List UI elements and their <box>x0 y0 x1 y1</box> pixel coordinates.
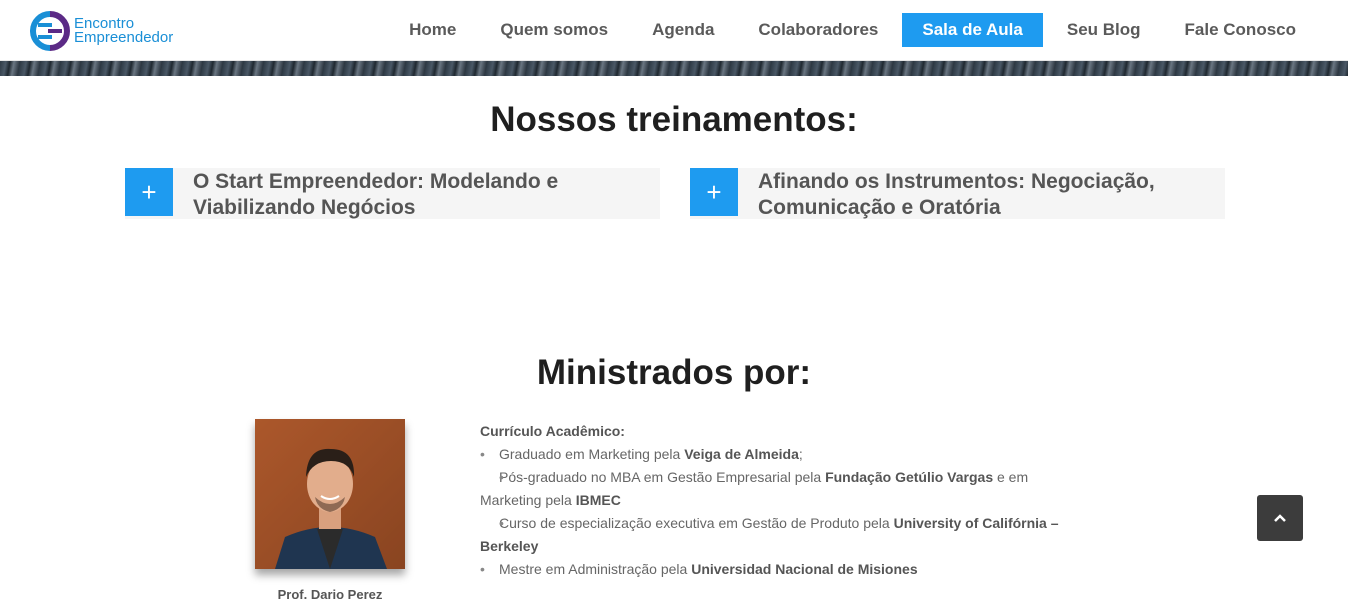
nav-sala-de-aula[interactable]: Sala de Aula <box>902 13 1043 47</box>
plus-icon[interactable]: + <box>125 168 173 216</box>
cv-item-institution: IBMEC <box>575 492 621 508</box>
logo-text: Encontro Empreendedor <box>74 16 174 46</box>
cv-item-institution: Fundação Getúlio Vargas <box>825 469 994 485</box>
logo-line2: Empreendedor <box>74 29 174 46</box>
cv-item-text: Graduado em Marketing pela <box>499 446 685 462</box>
training-accordion-1[interactable]: + O Start Empreendedor: Modelando e Viab… <box>125 168 660 219</box>
training-title-1-line1: O Start Empreendedor: Modelando e <box>193 170 559 193</box>
training-title-1: O Start Empreendedor: Modelando e Viabil… <box>173 169 558 219</box>
scroll-to-top-button[interactable] <box>1257 495 1303 541</box>
nav-seu-blog[interactable]: Seu Blog <box>1045 13 1163 47</box>
cv-item-institution: Universidad Nacional de Misiones <box>691 561 918 577</box>
cv-item-suffix: ; <box>798 446 803 462</box>
training-accordion-2[interactable]: + Afinando os Instrumentos: Negociação, … <box>690 168 1225 219</box>
nav-colaboradores[interactable]: Colaboradores <box>736 13 900 47</box>
cv-item: Mestre em Administração pela Universidad… <box>480 558 1090 581</box>
cv-heading: Currículo Acadêmico: <box>480 423 625 439</box>
chevron-up-icon <box>1274 514 1286 522</box>
nav-fale-conosco[interactable]: Fale Conosco <box>1163 13 1318 47</box>
nav-agenda[interactable]: Agenda <box>630 13 736 47</box>
training-title-2-line2: Comunicação e Oratória <box>758 196 1001 219</box>
cv-item: Pós-graduado no MBA em Gestão Empresaria… <box>480 466 1090 512</box>
cv-item-text: Curso de especialização executiva em Ges… <box>499 515 894 531</box>
training-title-2: Afinando os Instrumentos: Negociação, Co… <box>738 169 1155 219</box>
cv-item-text: Pós-graduado no MBA em Gestão Empresaria… <box>499 469 826 485</box>
site-header: Encontro Empreendedor Home Quem somos Ag… <box>0 0 1348 61</box>
nav-quem-somos[interactable]: Quem somos <box>478 13 630 47</box>
logo[interactable]: Encontro Empreendedor <box>30 8 173 54</box>
trainings-title: Nossos treinamentos: <box>490 100 858 139</box>
instructor-photo <box>255 419 405 569</box>
plus-icon[interactable]: + <box>690 168 738 216</box>
cv-item: Curso de especialização executiva em Ges… <box>480 512 1090 558</box>
cv-item: Graduado em Marketing pela Veiga de Alme… <box>480 443 1090 466</box>
hero-banner-image <box>0 61 1348 76</box>
logo-icon <box>30 11 70 51</box>
instructor-cv: Currículo Acadêmico: Graduado em Marketi… <box>480 420 1090 581</box>
cv-item-text: Mestre em Administração pela <box>499 561 692 577</box>
instructors-title: Ministrados por: <box>536 353 812 392</box>
nav-home[interactable]: Home <box>387 13 478 47</box>
cv-item-institution: Veiga de Almeida <box>684 446 799 462</box>
instructor-name: Prof. Dario Perez <box>277 587 383 602</box>
portrait-image <box>255 419 405 569</box>
training-title-2-line1: Afinando os Instrumentos: Negociação, <box>758 170 1155 193</box>
main-nav: Home Quem somos Agenda Colaboradores Sal… <box>387 13 1318 47</box>
training-title-1-line2: Viabilizando Negócios <box>193 196 416 219</box>
